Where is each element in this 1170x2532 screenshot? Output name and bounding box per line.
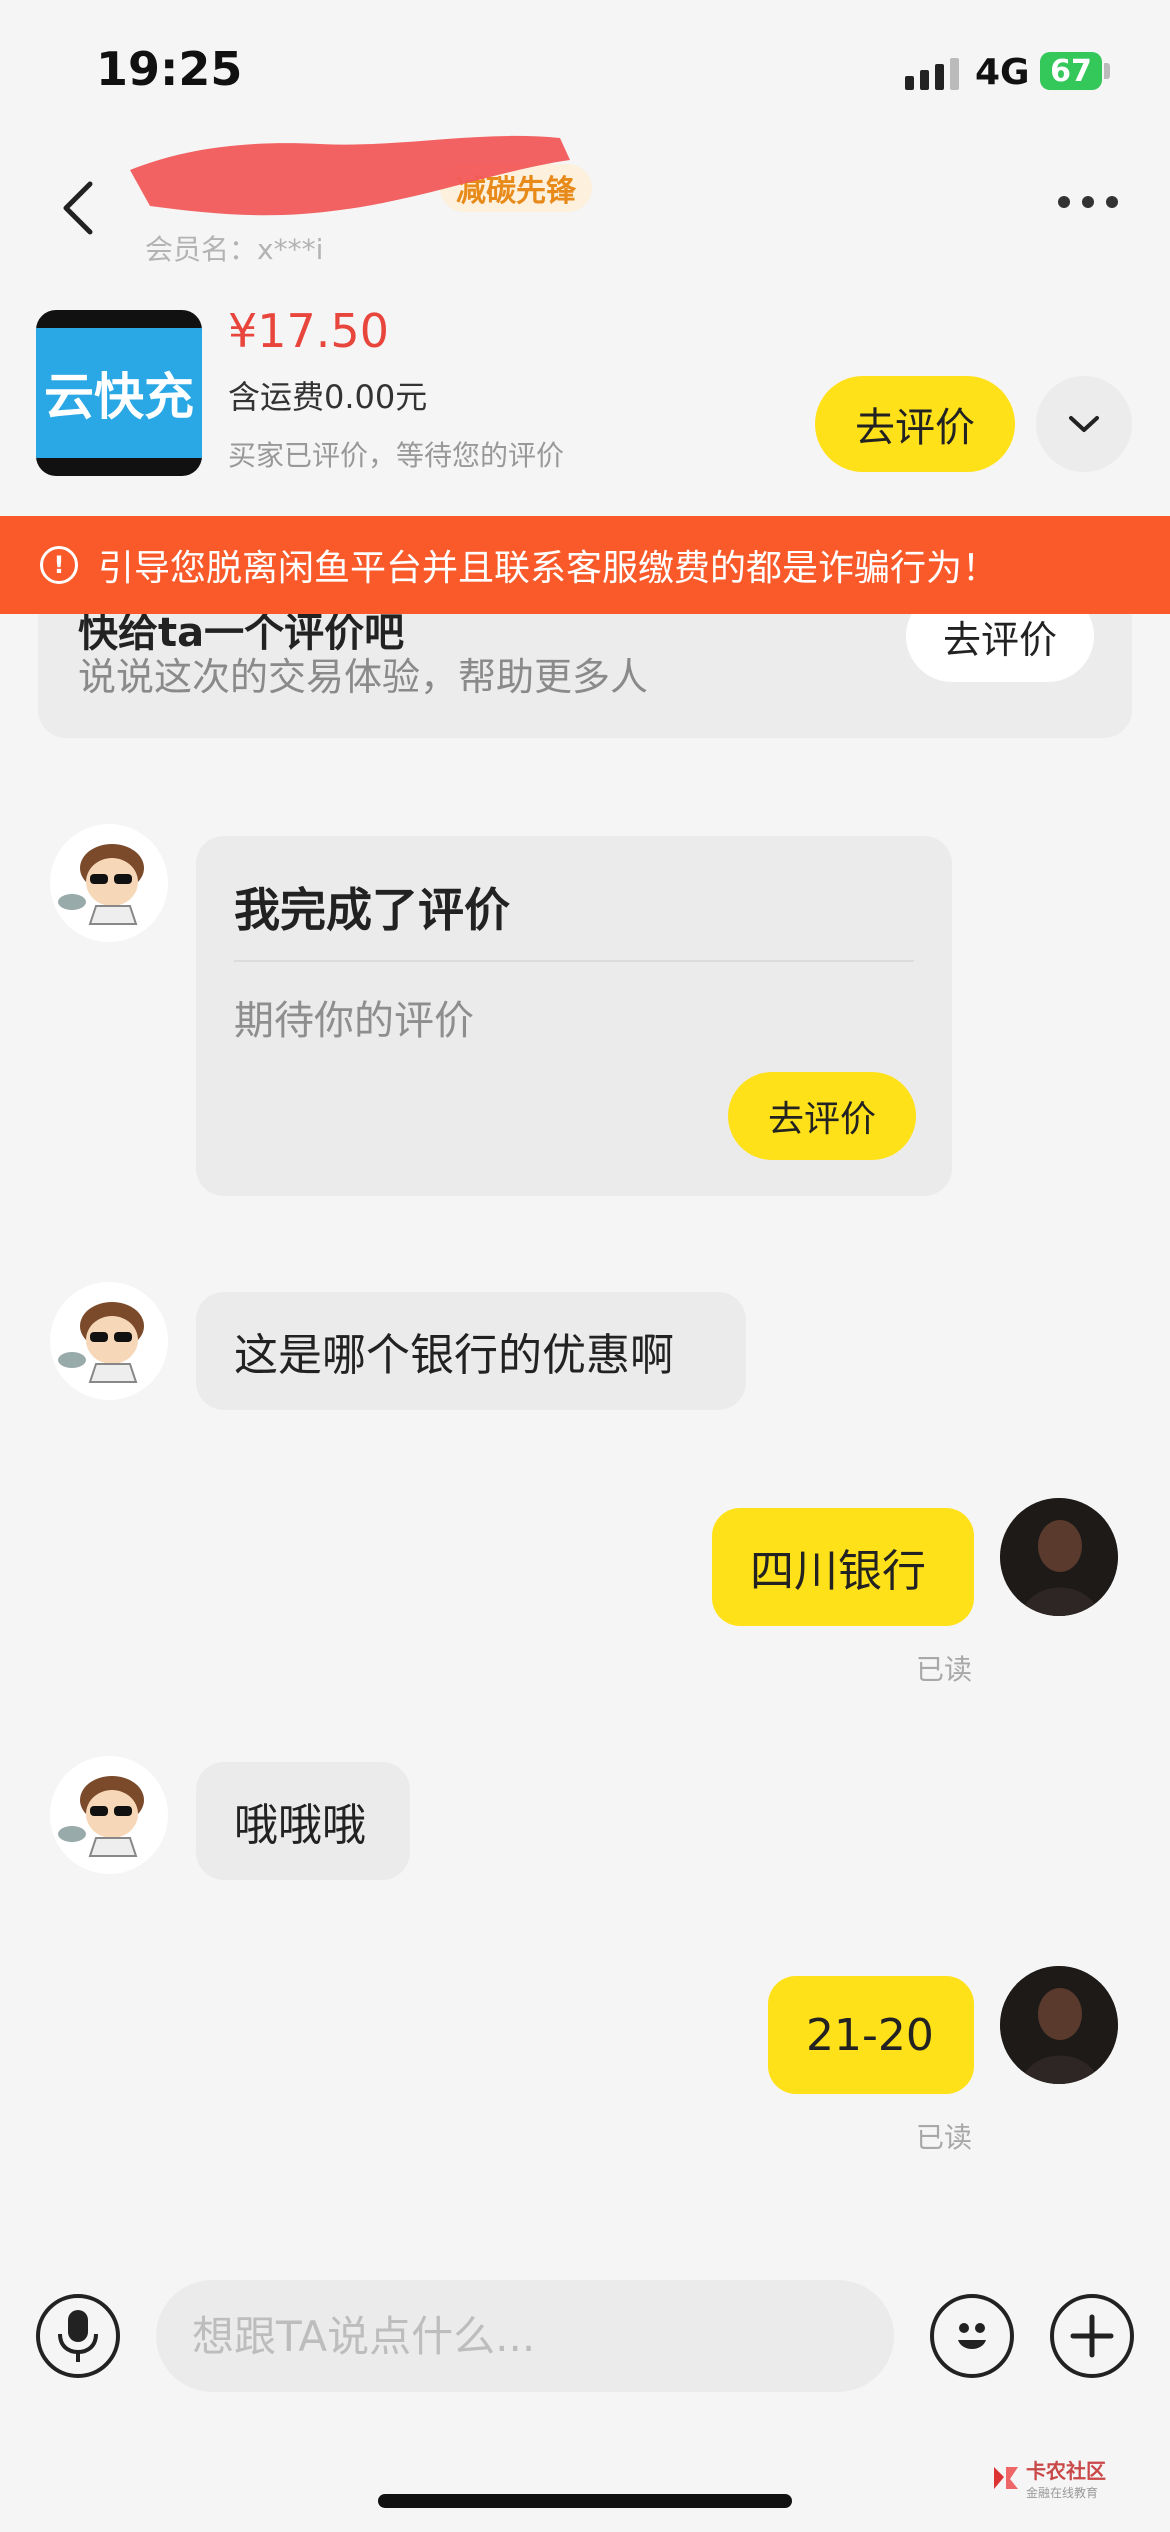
shipping-fee: 含运费0.00元 (228, 378, 428, 416)
my-avatar[interactable] (1000, 1966, 1118, 2084)
fraud-warning-banner: ! 引导您脱离闲鱼平台并且联系客服缴费的都是诈骗行为！ (0, 516, 1170, 614)
message-input[interactable] (156, 2280, 894, 2392)
alert-icon: ! (40, 546, 78, 584)
message-bubble-incoming: 哦哦哦 (196, 1762, 410, 1880)
review-button[interactable]: 去评价 (815, 376, 1015, 472)
message-bubble-outgoing: 四川银行 (712, 1508, 974, 1626)
product-price: ¥17.50 (228, 304, 389, 358)
emoji-button[interactable] (930, 2294, 1014, 2378)
message-bubble-outgoing: 21-20 (768, 1976, 974, 2094)
other-user-avatar[interactable] (50, 1282, 168, 1400)
add-attachment-button[interactable] (1050, 2294, 1134, 2378)
cartoon-avatar-icon (50, 824, 168, 942)
photo-avatar-icon (1000, 1498, 1118, 1616)
voice-input-button[interactable] (36, 2294, 120, 2378)
watermark: 卡农社区 金融在线教育 (990, 2455, 1106, 2501)
evaluation-prompt-subtitle: 说说这次的交易体验，帮助更多人 (78, 655, 649, 699)
member-name: 会员名：x***i (145, 233, 324, 266)
read-receipt: 已读 (916, 1653, 973, 1686)
my-avatar[interactable] (1000, 1498, 1118, 1616)
message-bubble-incoming: 这是哪个银行的优惠啊 (196, 1292, 746, 1410)
fraud-warning-text: 引导您脱离闲鱼平台并且联系客服缴费的都是诈骗行为！ (98, 548, 999, 589)
plus-icon (1070, 2314, 1114, 2358)
review-message-button[interactable]: 去评价 (728, 1072, 916, 1160)
review-message-title: 我完成了评价 (234, 883, 510, 937)
chevron-left-icon (63, 181, 93, 235)
review-message-subtitle: 期待你的评价 (234, 998, 474, 1044)
home-indicator[interactable] (378, 2494, 792, 2508)
battery-icon: 67 (1040, 52, 1102, 90)
redacted-username (120, 110, 580, 230)
more-options-button[interactable] (1058, 196, 1118, 208)
review-message-card: 我完成了评价 期待你的评价 去评价 (196, 836, 952, 1196)
cartoon-avatar-icon (50, 1282, 168, 1400)
watermark-title: 卡农社区 (1026, 2459, 1106, 2483)
product-thumbnail[interactable]: 云快充 (36, 310, 202, 476)
watermark-subtitle: 金融在线教育 (1026, 2486, 1099, 2500)
other-user-avatar[interactable] (50, 824, 168, 942)
photo-avatar-icon (1000, 1966, 1118, 2084)
divider (234, 960, 914, 962)
order-status: 买家已评价，等待您的评价 (228, 439, 565, 472)
microphone-icon (58, 2310, 98, 2362)
chevron-down-icon (1069, 416, 1099, 432)
product-thumbnail-text: 云快充 (36, 328, 202, 458)
expand-button[interactable] (1036, 376, 1132, 472)
status-time: 19:25 (96, 42, 243, 96)
battery-level: 67 (1050, 53, 1092, 89)
cartoon-avatar-icon (50, 1756, 168, 1874)
battery-tip (1104, 63, 1110, 79)
other-user-avatar[interactable] (50, 1756, 168, 1874)
watermark-logo-icon (994, 2467, 1018, 2489)
emoji-icon (958, 2323, 986, 2349)
back-button[interactable] (52, 178, 112, 238)
read-receipt: 已读 (916, 2121, 973, 2154)
signal-icon (905, 58, 959, 90)
network-label: 4G (975, 52, 1030, 93)
